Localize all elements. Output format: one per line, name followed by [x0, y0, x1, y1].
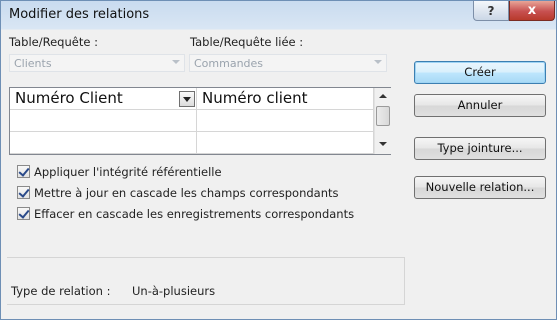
grid-scrollbar[interactable]	[374, 88, 391, 154]
scroll-down-icon[interactable]	[379, 142, 387, 146]
cascade-delete-checkbox[interactable]	[17, 207, 30, 220]
grid-cell-related-field[interactable]: Numéro client	[197, 88, 374, 110]
create-button[interactable]: Créer	[414, 61, 546, 84]
primary-field-value: Numéro Client	[15, 89, 123, 107]
grid-cell-primary-field[interactable]: Numéro Client	[10, 88, 197, 110]
dropdown-arrow-icon	[172, 60, 180, 64]
related-table-combo-value: Commandes	[194, 57, 264, 70]
integrity-label: Appliquer l'intégrité référentielle	[34, 165, 222, 179]
integrity-checkbox[interactable]	[17, 165, 30, 178]
help-button[interactable]: ?	[473, 1, 509, 21]
related-table-combo: Commandes	[189, 54, 387, 72]
table-combo: Clients	[9, 54, 185, 72]
grid-cell-empty[interactable]	[10, 132, 197, 154]
cancel-button[interactable]: Annuler	[414, 94, 546, 117]
scroll-up-icon[interactable]	[379, 94, 387, 98]
join-type-button[interactable]: Type jointure...	[414, 137, 546, 160]
options-group: Appliquer l'intégrité référentielle Mett…	[17, 163, 399, 241]
dropdown-arrow-icon	[374, 60, 382, 64]
table-label: Table/Requête :	[9, 35, 98, 49]
help-icon: ?	[487, 4, 495, 18]
relation-type-panel: Type de relation : Un-à-plusieurs	[7, 257, 405, 305]
fields-grid: Numéro Client Numéro client	[9, 87, 391, 155]
cascade-delete-label: Effacer en cascade les enregistrements c…	[34, 207, 355, 221]
dialog-window: Modifier des relations ? x Table/Requête…	[0, 0, 557, 320]
table-combo-value: Clients	[14, 57, 52, 70]
cascade-update-checkbox[interactable]	[17, 186, 30, 199]
cascade-update-label: Mettre à jour en cascade les champs corr…	[34, 186, 339, 200]
dialog-body: Table/Requête : Table/Requête liée : Cli…	[7, 30, 551, 315]
title-bar[interactable]: Modifier des relations ? x	[1, 1, 556, 29]
grid-cell-empty[interactable]	[197, 110, 374, 132]
new-relation-button[interactable]: Nouvelle relation...	[414, 176, 546, 199]
grid-cell-empty[interactable]	[10, 110, 197, 132]
grid-cell-empty[interactable]	[197, 132, 374, 154]
related-table-label: Table/Requête liée :	[190, 35, 304, 49]
field-dropdown-button[interactable]	[179, 91, 195, 107]
close-button[interactable]: x	[509, 1, 555, 21]
relation-type-label: Type de relation :	[11, 284, 111, 298]
relation-type-value: Un-à-plusieurs	[132, 284, 216, 298]
dialog-title: Modifier des relations	[9, 7, 150, 22]
scroll-thumb[interactable]	[376, 106, 390, 126]
close-icon: x	[527, 3, 537, 18]
related-field-value: Numéro client	[202, 89, 308, 107]
